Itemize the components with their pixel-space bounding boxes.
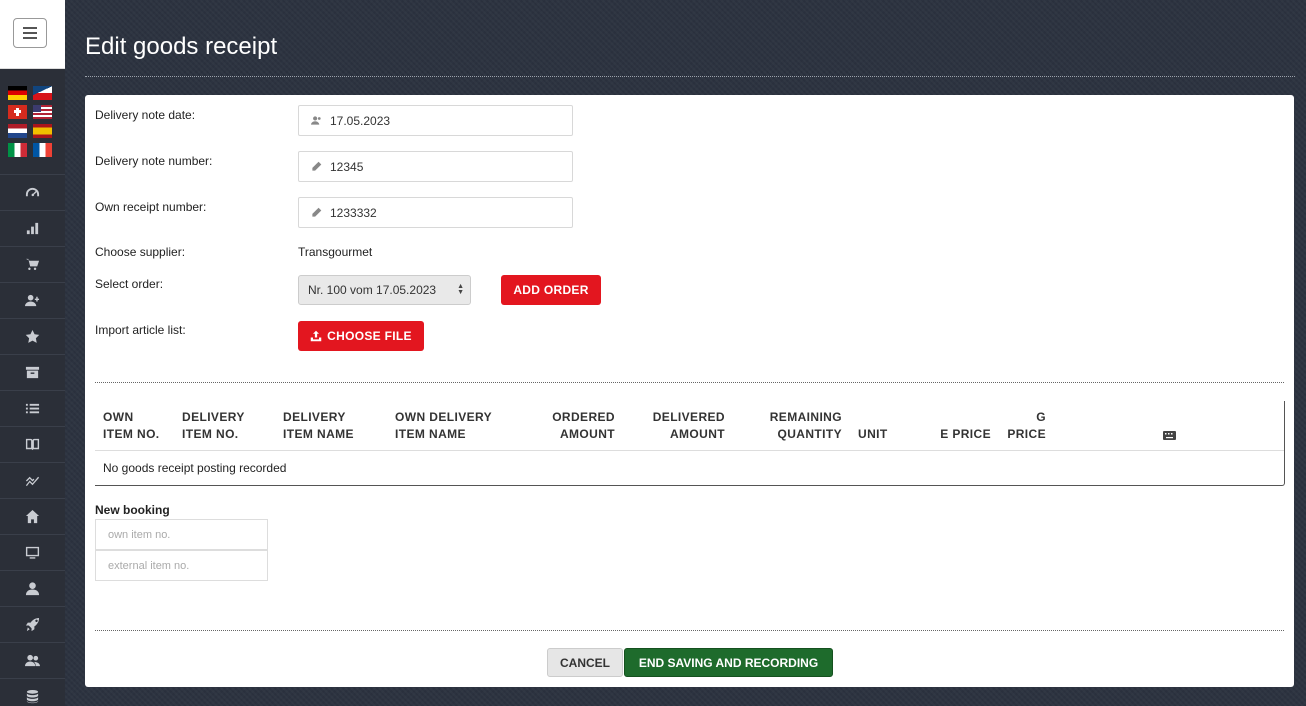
col-remaining-quantity: REMAINING QUANTITY: [769, 410, 842, 441]
flag-german-icon[interactable]: [8, 86, 27, 100]
flag-italian-icon[interactable]: [8, 143, 27, 157]
delivery-date-field[interactable]: 17.05.2023: [298, 105, 573, 136]
col-e-price: E PRICE: [940, 427, 991, 441]
bar-chart-icon: [26, 222, 39, 235]
nav-trends[interactable]: [0, 462, 65, 498]
user-icon: [25, 582, 40, 596]
flag-spanish-icon[interactable]: [33, 124, 52, 138]
nav-launch[interactable]: [0, 606, 65, 642]
add-order-button[interactable]: ADD ORDER: [501, 275, 601, 305]
order-select-value: Nr. 100 vom 17.05.2023: [308, 283, 437, 297]
import-label: Import article list:: [95, 323, 186, 337]
select-arrows-icon: ▲ ▼: [457, 283, 464, 296]
col-own-delivery-item-name: OWN DELIVERY ITEM NAME: [395, 410, 493, 441]
nav-add-user[interactable]: [0, 282, 65, 318]
delivery-number-label: Delivery note number:: [95, 154, 213, 168]
col-unit: UNIT: [858, 427, 888, 441]
hamburger-icon-line: [23, 27, 37, 29]
booking-table: OWN ITEM NO. DELIVERY ITEM NO. DELIVERY ITE…: [95, 401, 1285, 486]
nav-database[interactable]: [0, 678, 65, 706]
section-divider: [95, 382, 1284, 383]
title-divider: [85, 76, 1295, 77]
add-user-icon: [25, 294, 40, 307]
own-receipt-label: Own receipt number:: [95, 200, 207, 214]
col-delivery-item-no: DELIVERY ITEM NO.: [182, 410, 245, 441]
trend-icon: [25, 476, 40, 487]
language-flags: [8, 86, 54, 157]
choose-file-label: CHOOSE FILE: [327, 329, 412, 343]
nav-dashboard[interactable]: [0, 174, 65, 210]
nav-favorites[interactable]: [0, 318, 65, 354]
nav-profile[interactable]: [0, 570, 65, 606]
home-icon: [25, 509, 40, 524]
upload-icon: [310, 330, 322, 342]
rocket-icon: [25, 617, 40, 632]
nav-monitor[interactable]: [0, 534, 65, 570]
footer-divider: [95, 630, 1284, 631]
nav-archive[interactable]: [0, 354, 65, 390]
nav-team[interactable]: [0, 642, 65, 678]
star-icon: [25, 329, 40, 343]
delivery-number-field[interactable]: 12345: [298, 151, 573, 182]
col-delivery-item-name: DELIVERY ITEM NAME: [283, 410, 354, 441]
nav-orders[interactable]: [0, 246, 65, 282]
end-saving-button[interactable]: END SAVING AND RECORDING: [624, 648, 833, 677]
choose-file-button[interactable]: CHOOSE FILE: [298, 321, 424, 351]
external-item-no-input[interactable]: external item no.: [95, 550, 268, 581]
add-order-label: ADD ORDER: [513, 283, 589, 297]
calendar-user-icon: [311, 116, 321, 125]
cancel-button[interactable]: CANCEL: [547, 648, 623, 677]
supplier-value: Transgourmet: [298, 245, 373, 259]
keyboard-icon[interactable]: [1163, 431, 1176, 440]
hamburger-menu-button[interactable]: [13, 18, 47, 48]
delivery-date-value: 17.05.2023: [330, 113, 391, 128]
goods-receipt-form-panel: Delivery note date: 17.05.2023 Delivery …: [85, 95, 1294, 687]
supplier-label: Choose supplier:: [95, 245, 186, 259]
own-item-no-input[interactable]: own item no.: [95, 519, 268, 550]
database-icon: [26, 689, 39, 704]
nav-statistics[interactable]: [0, 210, 65, 246]
table-header-divider: [95, 450, 1284, 451]
archive-icon: [25, 366, 40, 379]
own-receipt-field[interactable]: 1233332: [298, 197, 573, 228]
nav-catalog[interactable]: [0, 426, 65, 462]
pencil-icon: [312, 207, 322, 217]
hamburger-icon-line: [23, 32, 37, 34]
users-icon: [25, 654, 40, 667]
flag-czech-icon[interactable]: [33, 86, 52, 100]
col-delivered-amount: DELIVERED AMOUNT: [652, 410, 725, 441]
flag-french-icon[interactable]: [33, 143, 52, 157]
sidebar: [0, 0, 65, 706]
own-receipt-value: 1233332: [330, 205, 377, 220]
pencil-icon: [312, 161, 322, 171]
flag-us-icon[interactable]: [33, 105, 52, 119]
flag-swiss-icon[interactable]: [8, 105, 27, 119]
book-icon: [25, 438, 40, 451]
hamburger-icon-line: [23, 37, 37, 39]
list-icon: [25, 403, 40, 414]
delivery-number-value: 12345: [330, 159, 364, 174]
sidebar-header: [0, 0, 65, 69]
page-title: Edit goods receipt: [85, 33, 278, 60]
monitor-icon: [25, 546, 40, 559]
delivery-date-label: Delivery note date:: [95, 108, 196, 122]
col-g-price: G PRICE: [1007, 410, 1046, 441]
new-booking-title: New booking: [95, 503, 170, 517]
nav-list[interactable]: [0, 390, 65, 426]
col-own-item-no: OWN ITEM NO.: [103, 410, 160, 441]
nav-home[interactable]: [0, 498, 65, 534]
dashboard-icon: [25, 187, 40, 197]
sidebar-nav: [0, 174, 65, 706]
empty-table-message: No goods receipt posting recorded: [103, 461, 287, 475]
flag-dutch-icon[interactable]: [8, 124, 27, 138]
shopping-cart-icon: [25, 258, 40, 270]
col-ordered-amount: ORDERED AMOUNT: [552, 410, 615, 441]
order-select[interactable]: Nr. 100 vom 17.05.2023 ▲ ▼: [298, 275, 471, 305]
order-label: Select order:: [95, 277, 164, 291]
